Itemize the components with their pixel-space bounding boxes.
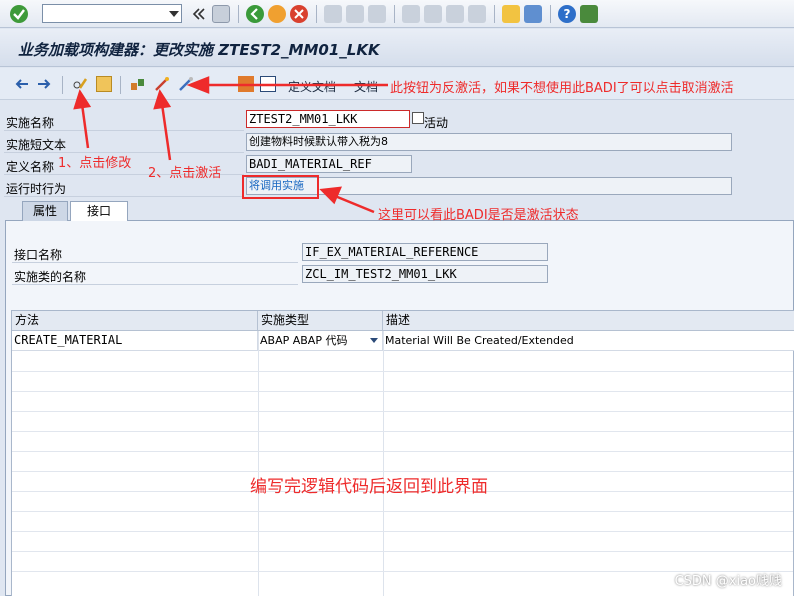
description-cell: Material Will Be Created/Extended	[383, 331, 794, 351]
back-double-arrow-icon[interactable]	[190, 6, 208, 24]
methods-table: 方法 实施类型 描述 CREATE_MATERIAL ABAP ABAP 代码 …	[11, 310, 794, 596]
next-page-icon[interactable]	[446, 5, 464, 23]
new-session-icon[interactable]	[502, 5, 520, 23]
last-page-icon[interactable]	[468, 5, 486, 23]
find-icon[interactable]	[346, 5, 364, 23]
annotation-step1: 1、点击修改	[58, 156, 132, 171]
back-icon[interactable]	[246, 5, 264, 23]
runtime-label: 运行时行为	[6, 182, 67, 196]
class-name-field[interactable]: ZCL_IM_TEST2_MM01_LKK	[302, 265, 548, 283]
object-list-icon[interactable]	[96, 76, 112, 92]
annotation-center: 编写完逻辑代码后返回到此界面	[250, 477, 488, 497]
print-icon[interactable]	[324, 5, 342, 23]
page-title: 业务加载项构建器：更改实施 ZTEST2_MM01_LKK	[18, 41, 380, 59]
annotation-status: 这里可以看此BADI是否是激活状态	[378, 208, 579, 223]
class-name-label: 实施类的名称	[14, 270, 87, 284]
annotation-deactivate: 此按钮为反激活，如果不想使用此BADI了可以点击取消激活	[390, 81, 734, 96]
customize-icon[interactable]	[580, 5, 598, 23]
method-cell[interactable]: CREATE_MATERIAL	[12, 331, 258, 351]
shortcut-icon[interactable]	[524, 5, 542, 23]
find-next-icon[interactable]	[368, 5, 386, 23]
tab-attributes[interactable]: 属性	[22, 201, 68, 221]
arrow-right-icon[interactable]	[36, 76, 52, 92]
save-icon[interactable]	[212, 5, 230, 23]
command-field[interactable]	[42, 4, 182, 23]
where-used-icon[interactable]	[130, 76, 146, 92]
doc-button[interactable]: 文档	[354, 78, 378, 95]
runtime-highlight-box	[242, 175, 319, 199]
info-icon[interactable]	[260, 76, 276, 92]
annotation-step2: 2、点击激活	[148, 166, 222, 181]
first-page-icon[interactable]	[402, 5, 420, 23]
enter-icon[interactable]	[10, 5, 28, 23]
arrow-to-runtime	[334, 194, 375, 214]
watermark: CSDN @xiao贱贱	[674, 574, 782, 589]
chevron-down-icon[interactable]	[370, 338, 378, 343]
iface-name-field[interactable]: IF_EX_MATERIAL_REFERENCE	[302, 243, 548, 261]
definition-doc-button[interactable]: 定义文档	[288, 78, 336, 95]
arrow-to-edit	[80, 103, 90, 149]
cancel-icon[interactable]	[290, 5, 308, 23]
tab-interface[interactable]: 接口	[70, 201, 128, 221]
exit-icon[interactable]	[268, 5, 286, 23]
copy-icon[interactable]	[412, 112, 424, 124]
column-header-method[interactable]: 方法	[12, 311, 258, 331]
title-bar: 业务加载项构建器：更改实施 ZTEST2_MM01_LKK	[0, 29, 794, 67]
hierarchy-icon[interactable]	[238, 76, 254, 92]
help-icon[interactable]: ?	[558, 5, 576, 23]
definition-field[interactable]: BADI_MATERIAL_REF	[246, 155, 412, 173]
iface-name-label: 接口名称	[14, 248, 63, 262]
impl-type-cell[interactable]: ABAP ABAP 代码	[258, 331, 383, 351]
system-toolbar: ?	[0, 0, 794, 28]
prev-page-icon[interactable]	[424, 5, 442, 23]
impl-type-value: ABAP ABAP 代码	[260, 334, 348, 347]
deactivate-icon[interactable]	[178, 76, 194, 92]
column-header-impl-type[interactable]: 实施类型	[258, 311, 383, 331]
impl-name-field[interactable]: ZTEST2_MM01_LKK	[246, 110, 410, 128]
chevron-down-icon[interactable]	[169, 11, 179, 17]
active-status-text: 活动	[424, 116, 449, 130]
short-text-field[interactable]: 创建物料时候默认带入税为8	[246, 133, 732, 151]
activate-icon[interactable]	[154, 76, 170, 92]
definition-label: 定义名称	[6, 160, 55, 174]
display-change-icon[interactable]	[72, 76, 88, 92]
impl-name-label: 实施名称	[6, 116, 55, 130]
arrow-left-icon[interactable]	[14, 76, 30, 92]
column-header-description[interactable]: 描述	[383, 311, 794, 331]
short-text-label: 实施短文本	[6, 138, 67, 152]
